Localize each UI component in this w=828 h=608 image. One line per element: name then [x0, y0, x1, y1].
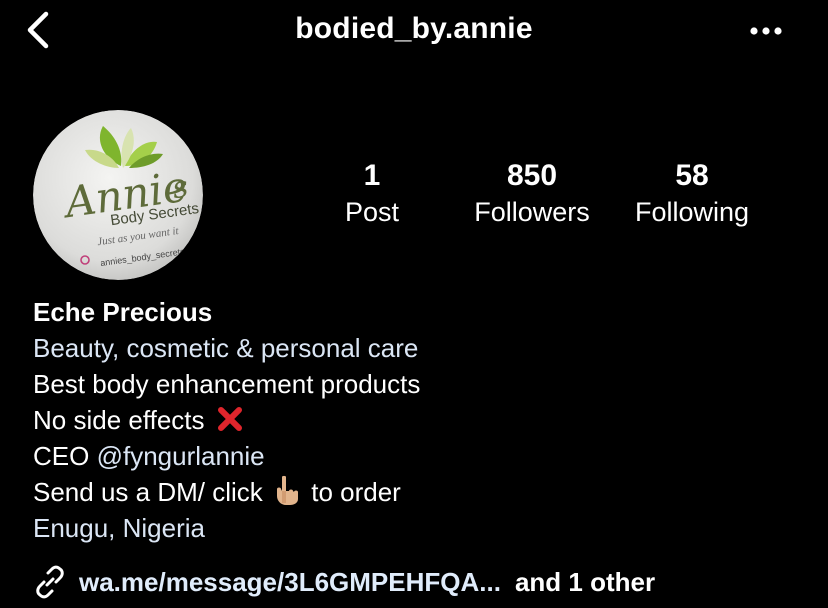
profile-name: Eche Precious — [33, 297, 213, 327]
more-options-button[interactable] — [744, 14, 788, 48]
bio-line-3-prefix: CEO — [33, 441, 97, 471]
posts-label: Post — [344, 197, 400, 227]
following-count: 58 — [675, 159, 709, 192]
profile-stats: 1 Post 850 Followers 58 Following — [292, 158, 772, 238]
website-link[interactable]: wa.me/message/3L6GMPEHFQA... — [79, 567, 501, 598]
other-links-button[interactable]: and 1 other — [515, 567, 655, 598]
top-bar: bodied_by.annie — [0, 0, 828, 62]
following-label: Following — [634, 197, 750, 227]
bio-line-3: CEO @fyngurlannie — [33, 438, 813, 474]
profile-location[interactable]: Enugu, Nigeria — [33, 510, 813, 546]
bio-line-2-text: No side effects — [33, 405, 205, 435]
profile-username: bodied_by.annie — [295, 12, 533, 45]
posts-stat[interactable]: 1 Post — [292, 158, 452, 230]
more-horizontal-icon — [750, 27, 782, 35]
profile-avatar[interactable]: Annie s Body Secrets Just as you want it… — [33, 110, 203, 280]
bio-line-2: No side effects — [33, 402, 813, 438]
bio-line-4: Send us a DM/ click to order — [33, 474, 813, 510]
profile-links: wa.me/message/3L6GMPEHFQA... and 1 other — [33, 562, 655, 602]
followers-count: 850 — [506, 159, 558, 192]
brand-logo: Annie s Body Secrets Just as you want it… — [33, 110, 203, 280]
pointing-down-hand-icon — [276, 475, 298, 505]
posts-count: 1 — [363, 159, 381, 192]
ceo-mention-link[interactable]: @fyngurlannie — [97, 441, 265, 471]
profile-bio: Eche Precious Beauty, cosmetic & persona… — [33, 294, 813, 546]
bio-line-4-suffix: to order — [311, 477, 401, 507]
bio-line-1: Best body enhancement products — [33, 369, 421, 399]
cross-mark-icon — [217, 407, 242, 431]
profile-category[interactable]: Beauty, cosmetic & personal care — [33, 330, 813, 366]
followers-label: Followers — [474, 197, 590, 227]
link-icon — [36, 565, 64, 599]
following-stat[interactable]: 58 Following — [612, 158, 772, 230]
followers-stat[interactable]: 850 Followers — [452, 158, 612, 230]
bio-line-4-prefix: Send us a DM/ click — [33, 477, 263, 507]
